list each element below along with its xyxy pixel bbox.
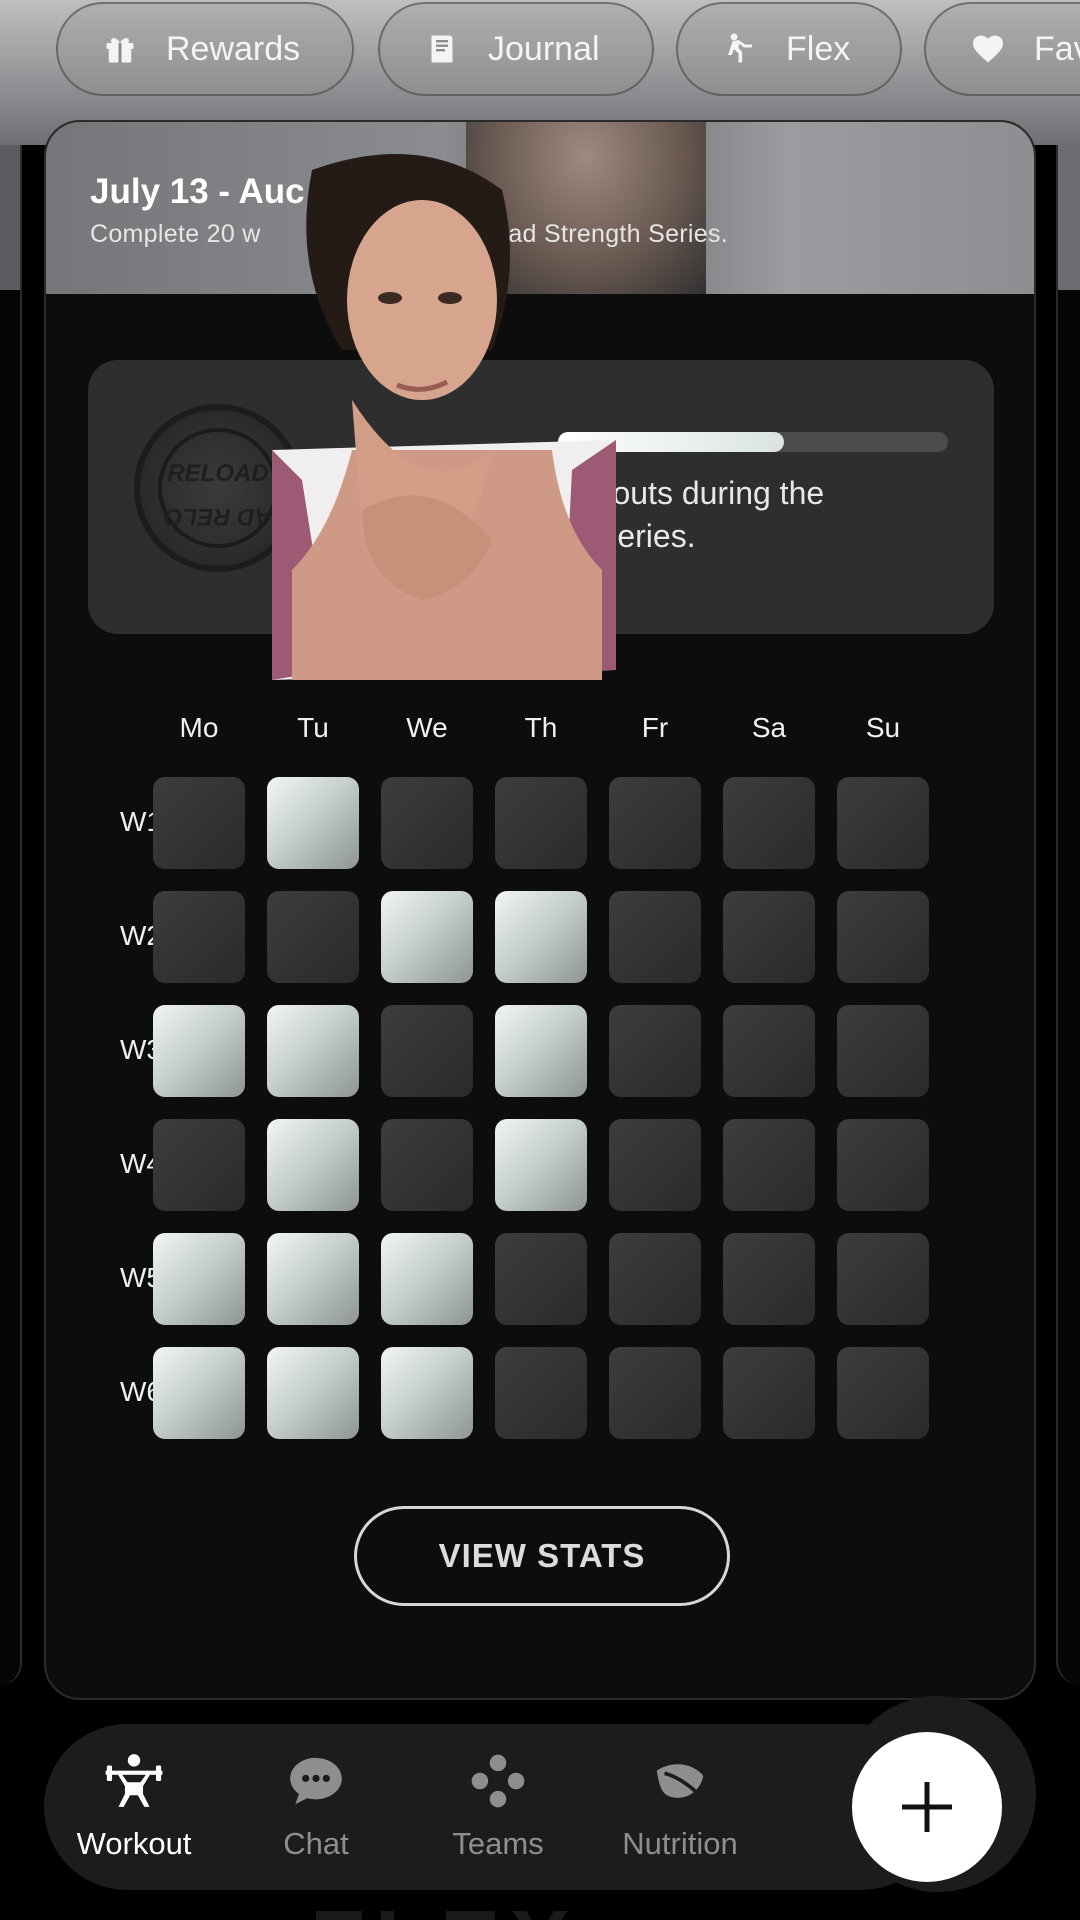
day-label-we: We [406,712,448,743]
day-label-th: Th [524,712,558,743]
day-cell-w5-tu[interactable] [267,1233,359,1325]
day-cell-w4-we[interactable] [381,1119,473,1211]
stretch-icon [728,33,752,63]
day-cell-w6-we[interactable] [381,1347,473,1439]
day-cell-w4-sa[interactable] [723,1119,815,1211]
day-cell-w1-sa[interactable] [723,777,815,869]
day-cell-w4-su[interactable] [837,1119,929,1211]
day-cell-w1-we[interactable] [381,777,473,869]
chip-rewards[interactable]: Rewards [56,2,354,96]
nav-nutrition[interactable]: Nutrition [590,1724,770,1890]
chip-journal[interactable]: Journal [378,2,654,96]
day-cell-w2-mo[interactable] [153,891,245,983]
day-cell-w6-th[interactable] [495,1347,587,1439]
day-cell-w6-tu[interactable] [267,1347,359,1439]
day-cell-w5-su[interactable] [837,1233,929,1325]
day-cell-w4-th[interactable] [495,1119,587,1211]
day-cell-w1-fr[interactable] [609,777,701,869]
chip-favorites[interactable]: Fav [924,2,1080,96]
book-icon [431,35,453,63]
progress-description: orkouts during the Series. [568,472,988,558]
webcam-overlay [272,150,616,680]
gift-icon [106,38,134,63]
day-cell-w3-fr[interactable] [609,1005,701,1097]
day-label-tu: Tu [297,712,329,743]
day-cell-w2-fr[interactable] [609,891,701,983]
day-cell-w1-mo[interactable] [153,777,245,869]
weightlifter-icon [105,1754,163,1807]
day-cell-w5-th[interactable] [495,1233,587,1325]
day-label-mo: Mo [179,712,219,743]
day-cell-w5-we[interactable] [381,1233,473,1325]
nav-label: Workout [76,1826,192,1861]
bottom-nav-bar: Workout Chat Teams Nutrition [44,1724,944,1890]
day-cell-w6-mo[interactable] [153,1347,245,1439]
view-stats-button[interactable]: VIEW STATS [354,1506,730,1606]
day-cell-w6-sa[interactable] [723,1347,815,1439]
day-cell-w2-su[interactable] [837,891,929,983]
day-cell-w4-tu[interactable] [267,1119,359,1211]
progress-text-line1: orkouts during the [568,475,825,511]
heart-icon [973,35,1003,63]
day-cell-w5-fr[interactable] [609,1233,701,1325]
day-cell-w3-su[interactable] [837,1005,929,1097]
day-cell-w2-th[interactable] [495,891,587,983]
nav-label: Chat [283,1826,349,1861]
chip-label: Fav [1034,29,1080,68]
footer-logo-text: FLEX [310,1898,770,1920]
chip-flex[interactable]: Flex [676,2,902,96]
day-cell-w1-tu[interactable] [267,777,359,869]
nav-teams[interactable]: Teams [408,1724,588,1890]
add-button[interactable] [852,1732,1002,1882]
day-cell-w5-mo[interactable] [153,1233,245,1325]
day-label-fr: Fr [641,712,669,743]
day-label-sa: Sa [751,712,787,743]
nav-workout[interactable]: Workout [44,1724,224,1890]
day-cell-w5-sa[interactable] [723,1233,815,1325]
nav-label: Teams [452,1826,544,1861]
day-cell-w3-we[interactable] [381,1005,473,1097]
leaf-icon [656,1764,704,1798]
day-label-su: Su [865,712,901,743]
progress-bar [558,432,948,452]
progress-text-line2: Series. [596,518,696,554]
day-cell-w6-su[interactable] [837,1347,929,1439]
day-cell-w1-su[interactable] [837,777,929,869]
day-cell-w2-sa[interactable] [723,891,815,983]
teams-dots-icon [471,1754,525,1808]
day-cell-w2-tu[interactable] [267,891,359,983]
chip-label: Journal [488,29,600,68]
chip-label: Rewards [166,29,301,68]
day-cell-w4-mo[interactable] [153,1119,245,1211]
day-cell-w1-th[interactable] [495,777,587,869]
day-cell-w3-th[interactable] [495,1005,587,1097]
chat-bubble-icon [290,1757,342,1805]
day-cell-w3-tu[interactable] [267,1005,359,1097]
nav-label: Nutrition [622,1826,738,1861]
day-cell-w2-we[interactable] [381,891,473,983]
day-cell-w6-fr[interactable] [609,1347,701,1439]
day-cell-w4-fr[interactable] [609,1119,701,1211]
plus-icon [902,1782,952,1832]
nav-chat[interactable]: Chat [226,1724,406,1890]
footer-logo: FLEX [310,1898,770,1920]
chip-label: Flex [786,29,851,68]
day-cell-w3-mo[interactable] [153,1005,245,1097]
day-cell-w3-sa[interactable] [723,1005,815,1097]
next-card-edge[interactable] [1056,145,1080,1685]
previous-card-edge[interactable] [0,145,22,1685]
